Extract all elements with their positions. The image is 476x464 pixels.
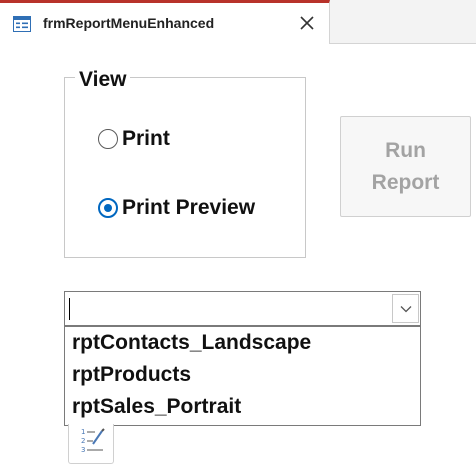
close-icon[interactable] (297, 13, 317, 33)
print-preview-option-label: Print Preview (122, 196, 256, 219)
view-option-group (64, 77, 306, 258)
report-combo-box[interactable] (64, 291, 421, 326)
run-report-button[interactable]: Run Report (340, 116, 471, 217)
text-caret (69, 298, 70, 320)
list-item[interactable]: rptProducts (65, 359, 420, 391)
chevron-down-icon[interactable] (392, 294, 419, 323)
svg-text:3: 3 (81, 446, 85, 454)
report-dropdown-list: rptContacts_Landscape rptProducts rptSal… (64, 326, 421, 426)
report-combo-input[interactable] (73, 296, 383, 322)
svg-text:1: 1 (81, 428, 85, 436)
print-preview-option[interactable]: Print Preview (98, 196, 255, 220)
list-item[interactable]: rptSales_Portrait (65, 391, 420, 423)
list-item[interactable]: rptContacts_Landscape (65, 327, 420, 359)
print-radio[interactable] (98, 129, 118, 149)
print-preview-radio[interactable] (98, 198, 118, 218)
document-tab-strip: frmReportMenuEnhanced (0, 0, 476, 44)
access-form-window: frmReportMenuEnhanced View Print Print P… (0, 0, 476, 464)
view-group-label: View (75, 68, 131, 92)
form-tab[interactable]: frmReportMenuEnhanced (0, 0, 330, 44)
numbered-list-edit-icon[interactable]: 1 2 3 (68, 424, 114, 464)
print-option-label: Print (122, 127, 170, 150)
form-tab-title: frmReportMenuEnhanced (43, 15, 215, 31)
svg-text:2: 2 (81, 437, 85, 445)
print-option[interactable]: Print (98, 127, 170, 151)
form-icon (13, 16, 31, 32)
